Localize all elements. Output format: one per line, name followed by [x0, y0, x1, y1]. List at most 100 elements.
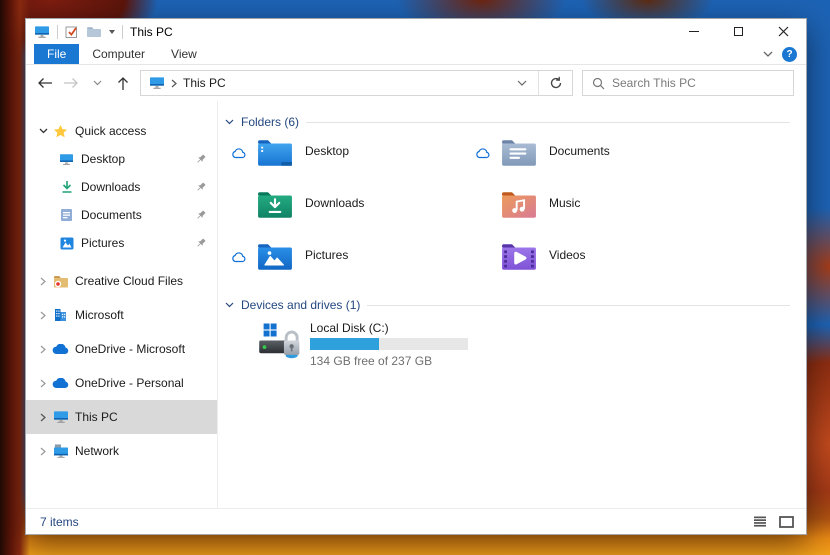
this-pc-icon: [150, 77, 164, 89]
sidebar-item-microsoft[interactable]: Microsoft: [26, 298, 217, 332]
chevron-collapsed-icon[interactable]: [35, 447, 51, 456]
help-icon: ?: [786, 48, 793, 60]
properties-icon[interactable]: [65, 25, 79, 39]
tab-file[interactable]: File: [34, 44, 80, 64]
sidebar-item-label: OneDrive - Microsoft: [75, 342, 186, 356]
sidebar-item-label: OneDrive - Personal: [75, 376, 184, 390]
pictures-icon: [57, 237, 76, 250]
sidebar-item-label: Desktop: [81, 152, 126, 166]
refresh-button[interactable]: [538, 71, 572, 95]
up-icon: [118, 76, 128, 90]
search-input[interactable]: [612, 76, 784, 90]
address-dropdown-button[interactable]: [506, 71, 538, 95]
desktop-icon: [57, 153, 76, 166]
navigation-bar: This PC: [26, 65, 806, 101]
close-button[interactable]: [761, 19, 806, 44]
sidebar-item-pictures[interactable]: Pictures: [26, 229, 217, 257]
folder-tile-downloads[interactable]: Downloads: [225, 190, 469, 230]
forward-icon: [64, 78, 78, 88]
sidebar-item-quick-access[interactable]: Quick access: [26, 117, 217, 145]
sidebar-item-label: Pictures: [81, 236, 125, 250]
group-header-folders[interactable]: Folders (6): [225, 115, 790, 129]
address-bar[interactable]: This PC: [140, 70, 573, 96]
sidebar-item-desktop[interactable]: Desktop: [26, 145, 217, 173]
file-explorer-window: This PC File Computer View ? This PC Sea…: [25, 18, 807, 535]
group-rule: [367, 304, 790, 306]
qat-dropdown-icon[interactable]: [109, 29, 115, 34]
documents-icon: [57, 208, 76, 222]
chevron-collapsed-icon[interactable]: [35, 277, 51, 286]
sidebar-item-documents[interactable]: Documents: [26, 201, 217, 229]
folder-tile-music[interactable]: Music: [469, 190, 713, 230]
folder-tile-desktop[interactable]: Desktop: [225, 138, 469, 178]
chevron-expanded-icon[interactable]: [35, 128, 51, 134]
pin-icon[interactable]: [195, 237, 207, 252]
sidebar-item-downloads[interactable]: Downloads: [26, 173, 217, 201]
new-folder-icon[interactable]: [86, 26, 102, 38]
explorer-body: Quick access Desktop Downloads Documents…: [26, 101, 806, 508]
videos-folder-icon: [501, 242, 537, 275]
folder-tile-label: Downloads: [305, 196, 365, 210]
ribbon-right-controls: ?: [763, 44, 806, 64]
sidebar-item-label: Downloads: [81, 180, 141, 194]
pin-icon[interactable]: [195, 181, 207, 196]
recent-locations-button[interactable]: [84, 70, 110, 96]
details-view-icon[interactable]: [753, 516, 767, 527]
cloud-status-icon: [476, 148, 490, 159]
folder-tile-videos[interactable]: Videos: [469, 242, 713, 282]
group-header-devices[interactable]: Devices and drives (1): [225, 298, 790, 312]
separator: [122, 24, 123, 39]
folder-tile-documents[interactable]: Documents: [469, 138, 713, 178]
minimize-icon: [688, 31, 699, 32]
chevron-collapsed-icon[interactable]: [35, 379, 51, 388]
tab-computer[interactable]: Computer: [79, 44, 158, 64]
breadcrumb-crumb[interactable]: This PC: [183, 76, 226, 90]
folder-tile-label: Pictures: [305, 248, 349, 262]
forward-button[interactable]: [58, 70, 84, 96]
quick-access-toolbar: [34, 24, 123, 39]
chevron-collapsed-icon[interactable]: [35, 345, 51, 354]
maximize-button[interactable]: [716, 19, 761, 44]
search-box[interactable]: [582, 70, 794, 96]
network-icon: [51, 444, 70, 458]
back-icon: [38, 78, 52, 88]
refresh-icon: [550, 76, 561, 89]
help-button[interactable]: ?: [782, 46, 797, 62]
thumbnail-view-icon[interactable]: [779, 515, 794, 528]
chevron-collapsed-icon[interactable]: [35, 311, 51, 320]
pin-icon[interactable]: [195, 209, 207, 224]
back-button[interactable]: [32, 70, 58, 96]
sidebar-item-creative-cloud-files[interactable]: Creative Cloud Files: [26, 264, 217, 298]
expand-ribbon-icon[interactable]: [763, 51, 773, 58]
search-icon: [592, 77, 605, 89]
chevron-right-icon: [171, 79, 177, 87]
pin-icon[interactable]: [195, 153, 207, 168]
folder-tile-label: Desktop: [305, 144, 350, 158]
folder-tile-label: Documents: [549, 144, 610, 158]
status-bar: 7 items: [26, 508, 806, 534]
building-icon: [51, 308, 70, 322]
drive-info: Local Disk (C:) 134 GB free of 237 GB: [310, 321, 468, 368]
drive-tile-local-disk-c[interactable]: Local Disk (C:) 134 GB free of 237 GB: [257, 321, 790, 368]
sidebar-item-label: Documents: [81, 208, 142, 222]
this-pc-icon: [35, 25, 49, 38]
drive-name: Local Disk (C:): [310, 321, 389, 335]
group-label: Devices and drives (1): [241, 298, 361, 312]
chevron-collapsed-icon[interactable]: [35, 413, 51, 422]
tab-view[interactable]: View: [158, 44, 210, 64]
up-button[interactable]: [110, 70, 136, 96]
chevron-expanded-icon: [225, 119, 234, 125]
pictures-folder-icon: [257, 242, 293, 275]
sidebar-item-this-pc[interactable]: This PC: [26, 400, 217, 434]
minimize-button[interactable]: [671, 19, 716, 44]
titlebar: This PC: [26, 19, 806, 44]
separator: [57, 24, 58, 39]
sidebar-item-network[interactable]: Network: [26, 434, 217, 468]
downloads-icon: [57, 180, 76, 194]
sidebar-item-onedrive-microsoft[interactable]: OneDrive - Microsoft: [26, 332, 217, 366]
chevron-expanded-icon: [225, 302, 234, 308]
sidebar-item-onedrive-personal[interactable]: OneDrive - Personal: [26, 366, 217, 400]
window-title: This PC: [130, 24, 173, 39]
cloud-status-icon: [232, 148, 246, 159]
folder-tile-pictures[interactable]: Pictures: [225, 242, 469, 282]
